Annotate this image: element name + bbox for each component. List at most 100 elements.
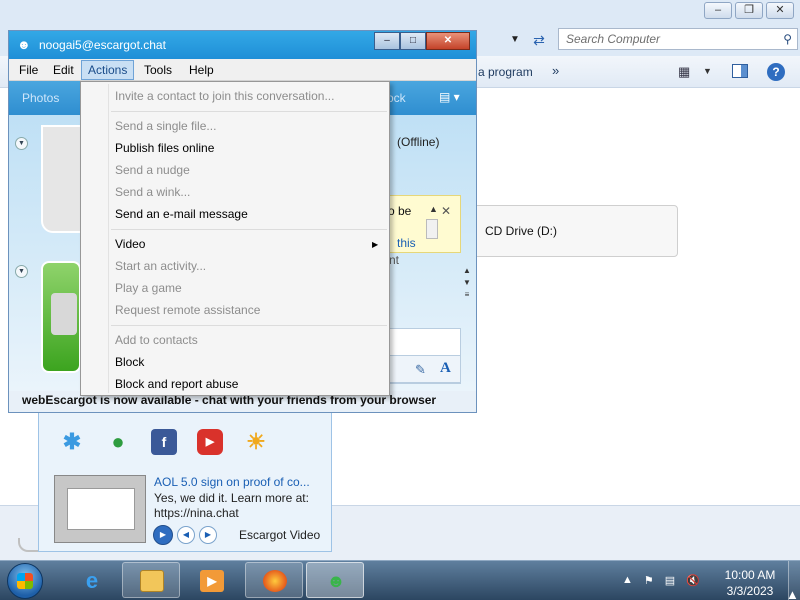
- play-icon[interactable]: ▶: [153, 525, 173, 545]
- menu-actions[interactable]: Actions: [81, 60, 135, 80]
- menu-item-remote-assistance: Request remote assistance: [115, 303, 261, 317]
- minimize-icon[interactable]: –: [374, 32, 400, 50]
- menu-tools[interactable]: Tools: [138, 62, 178, 78]
- menu-help[interactable]: Help: [183, 62, 220, 78]
- photos-button[interactable]: Photos: [22, 91, 59, 105]
- next-icon[interactable]: ▶: [199, 526, 217, 544]
- firefox-icon: [263, 570, 287, 592]
- actions-menu: Invite a contact to join this conversati…: [80, 81, 390, 396]
- video-thumbnail[interactable]: [54, 475, 146, 543]
- internet-explorer-icon: e: [85, 568, 99, 593]
- video-title-link[interactable]: AOL 5.0 sign on proof of co...: [154, 475, 310, 489]
- collapse-icon[interactable]: ▼: [15, 137, 28, 150]
- search-input[interactable]: Search Computer ⚲: [558, 28, 798, 50]
- conversation-window-controls: – □ ✕: [374, 32, 470, 50]
- video-controls: ▶ ◀ ▶ Escargot Video: [153, 525, 320, 545]
- menu-item-start-activity: Start an activity...: [115, 259, 207, 273]
- media-player-icon: ▶: [200, 570, 224, 592]
- menu-item-send-file: Send a single file...: [115, 119, 217, 133]
- chrome-icon[interactable]: ●: [105, 429, 131, 455]
- handwriting-icon[interactable]: ✎: [415, 362, 426, 378]
- taskbar-internet-explorer[interactable]: e: [62, 562, 120, 598]
- maximize-icon[interactable]: □: [400, 32, 426, 50]
- menu-item-block-report[interactable]: Block and report abuse: [115, 377, 238, 391]
- history-text: nt: [389, 253, 400, 267]
- scroll-up-icon[interactable]: ▲: [429, 204, 438, 214]
- own-avatar[interactable]: [41, 261, 81, 373]
- preview-pane-icon[interactable]: [732, 64, 748, 78]
- more-commands-button[interactable]: »: [552, 63, 559, 78]
- restore-icon[interactable]: ❐: [735, 2, 763, 19]
- address-dropdown-icon[interactable]: ▼: [506, 30, 524, 50]
- system-tray: ▲ ⚑ ▤ 🔇: [622, 574, 700, 587]
- font-icon[interactable]: A: [440, 360, 451, 377]
- conversation-titlebar[interactable]: ☻ noogai5@escargot.chat – □ ✕: [9, 31, 476, 59]
- view-dropdown-icon[interactable]: ▼: [703, 66, 712, 76]
- formatting-bar: ✎ A: [381, 355, 461, 383]
- taskbar-explorer[interactable]: [122, 562, 180, 598]
- menu-item-send-email[interactable]: Send an e-mail message: [115, 207, 248, 221]
- menu-item-video[interactable]: Video: [115, 237, 145, 251]
- folder-icon: [140, 570, 164, 592]
- uninstall-program-button[interactable]: a program: [478, 65, 533, 79]
- options-dropdown-icon[interactable]: ▤ ▾: [439, 90, 460, 104]
- menu-separator: [111, 325, 387, 326]
- clock[interactable]: 10:00 AM 3/3/2023: [716, 567, 784, 599]
- video-description: Yes, we did it. Learn more at: https://n…: [154, 491, 309, 520]
- network-icon[interactable]: ▤: [665, 574, 675, 587]
- clock-time: 10:00 AM: [724, 568, 776, 582]
- menu-item-play-game: Play a game: [115, 281, 182, 295]
- menu-item-send-wink: Send a wink...: [115, 185, 191, 199]
- taskbar-firefox[interactable]: [245, 562, 303, 598]
- menu-item-add-contact: Add to contacts: [115, 333, 198, 347]
- menu-item-block[interactable]: Block: [115, 355, 144, 369]
- menu-item-invite-contact: Invite a contact to join this conversati…: [115, 89, 335, 103]
- messenger-window-edge: [18, 538, 40, 552]
- taskbar: e ▶ ☻ ▲ ⚑ ▤ 🔇 10:00 AM 3/3/2023: [0, 560, 800, 600]
- messenger-icon: ☻: [326, 571, 346, 591]
- change-view-icon[interactable]: ▦: [678, 64, 690, 80]
- taskbar-messenger[interactable]: ☻: [306, 562, 364, 598]
- messenger-buddy-icon: ☻: [17, 37, 31, 52]
- collapse-icon[interactable]: ▼: [15, 265, 28, 278]
- contact-status: (Offline): [397, 135, 440, 149]
- video-source-label: Escargot Video: [239, 528, 321, 542]
- weather-icon[interactable]: ☀: [243, 429, 269, 455]
- menu-separator: [111, 111, 387, 112]
- start-button[interactable]: [7, 563, 43, 599]
- youtube-icon[interactable]: ▶: [197, 429, 223, 455]
- close-icon[interactable]: ✕: [766, 2, 794, 19]
- search-icon[interactable]: ⚲: [783, 32, 792, 46]
- facebook-icon[interactable]: f: [151, 429, 177, 455]
- explorer-titlebar: – ❐ ✕: [0, 0, 800, 24]
- history-scrollbar[interactable]: ▲ ▼ ≡: [461, 265, 473, 325]
- menu-item-publish-files[interactable]: Publish files online: [115, 141, 214, 155]
- info-notice: o be ▲ ✕ this: [381, 195, 461, 253]
- windows-live-icon[interactable]: ✱: [59, 429, 85, 455]
- close-icon[interactable]: ✕: [441, 204, 451, 218]
- notice-link[interactable]: this: [397, 236, 416, 250]
- search-placeholder: Search Computer: [566, 32, 661, 46]
- previous-icon[interactable]: ◀: [177, 526, 195, 544]
- menu-gutter: [108, 84, 109, 393]
- taskbar-media-player[interactable]: ▶: [182, 562, 240, 598]
- notice-scrollbar[interactable]: [426, 219, 438, 239]
- explorer-window-controls: – ❐ ✕: [704, 2, 794, 19]
- help-icon[interactable]: ?: [767, 63, 785, 81]
- conversation-title: noogai5@escargot.chat: [39, 38, 166, 52]
- close-icon[interactable]: ✕: [426, 32, 470, 50]
- drive-label: CD Drive (D:): [485, 224, 557, 238]
- submenu-arrow-icon: ▶: [372, 240, 379, 249]
- show-hidden-icons-icon[interactable]: ▲: [622, 574, 633, 587]
- notice-text: o be: [388, 204, 412, 218]
- minimize-icon[interactable]: –: [704, 2, 732, 19]
- messenger-main-window: ✱ ● f ▶ ☀ AOL 5.0 sign on proof of co...…: [38, 410, 332, 552]
- menu-file[interactable]: File: [13, 62, 44, 78]
- menu-item-send-nudge: Send a nudge: [115, 163, 190, 177]
- action-center-flag-icon[interactable]: ⚑: [644, 574, 654, 587]
- menu-edit[interactable]: Edit: [47, 62, 80, 78]
- refresh-icon[interactable]: ⇄: [528, 29, 550, 51]
- cd-drive-item[interactable]: CD Drive (D:): [466, 205, 678, 257]
- menu-bar: File Edit Actions Tools Help: [9, 59, 476, 81]
- volume-muted-icon[interactable]: 🔇: [686, 574, 700, 587]
